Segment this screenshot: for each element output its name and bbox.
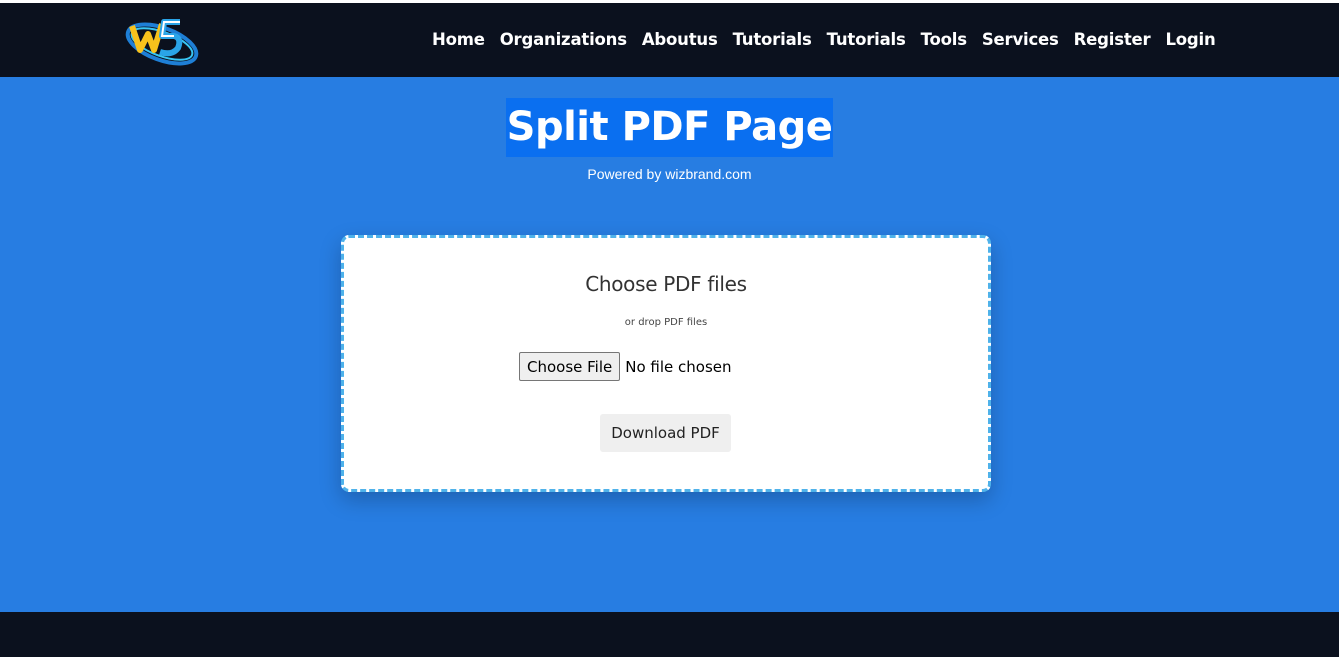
footer <box>0 612 1339 657</box>
main-nav: Home Organizations Aboutus Tutorials Tut… <box>432 28 1216 54</box>
page-title-wrap: Split PDF Page <box>0 98 1339 157</box>
hero-section: Split PDF Page Powered by wizbrand.com C… <box>0 77 1339 612</box>
nav-organizations[interactable]: Organizations <box>500 28 627 54</box>
pdf-upload-dropzone[interactable]: Choose PDF files or drop PDF files Choos… <box>341 235 991 492</box>
file-input[interactable]: Choose File No file chosen <box>519 352 732 381</box>
navbar: Home Organizations Aboutus Tutorials Tut… <box>0 3 1339 77</box>
choose-file-button[interactable]: Choose File <box>519 352 621 381</box>
nav-tutorials-2[interactable]: Tutorials <box>827 28 906 54</box>
file-status-text: No file chosen <box>625 357 732 376</box>
drop-hint: or drop PDF files <box>624 317 708 328</box>
nav-tools[interactable]: Tools <box>921 28 967 54</box>
nav-tutorials[interactable]: Tutorials <box>733 28 812 54</box>
powered-by-text: Powered by wizbrand.com <box>587 166 752 182</box>
download-pdf-button[interactable]: Download PDF <box>600 414 731 452</box>
nav-aboutus[interactable]: Aboutus <box>642 28 718 54</box>
wizbrand-logo-icon[interactable] <box>122 12 202 70</box>
upload-heading: Choose PDF files <box>585 272 747 296</box>
nav-register[interactable]: Register <box>1074 28 1151 54</box>
nav-services[interactable]: Services <box>982 28 1059 54</box>
nav-home[interactable]: Home <box>432 28 485 54</box>
nav-login[interactable]: Login <box>1165 28 1215 54</box>
page-title: Split PDF Page <box>505 98 834 157</box>
